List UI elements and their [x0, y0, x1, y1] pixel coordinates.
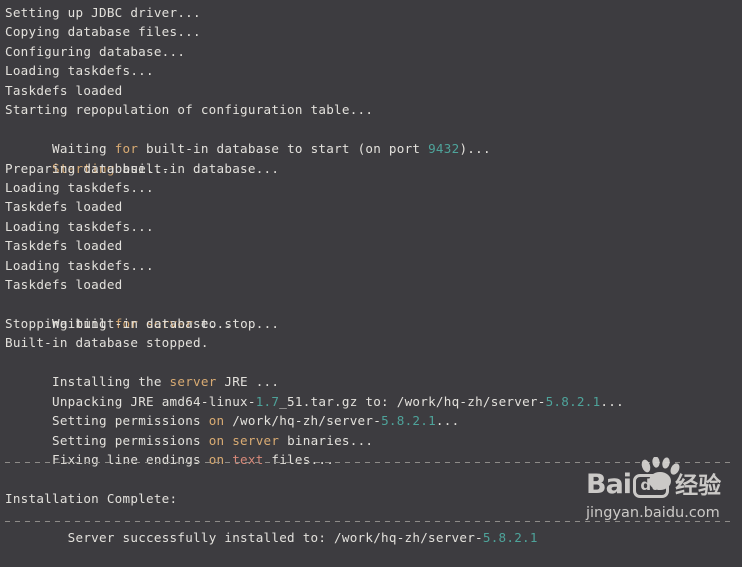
port-number: 9432: [428, 141, 460, 157]
terminal-line-install-jre: Installing the server JRE ...: [5, 353, 742, 389]
keyword-on: on: [208, 413, 225, 429]
watermark-chinese-text: 经验: [675, 473, 722, 499]
line-text-pre: Unpacking JRE amd64-linux-: [52, 393, 256, 409]
terminal-line: Configuring database...: [5, 43, 186, 59]
line-text-mid: built-in database to start (on port: [138, 141, 429, 157]
line-text-pre: Setting permissions: [52, 432, 209, 448]
jre-version: 1.7: [255, 393, 280, 409]
terminal-line-port: Waiting for built-in database to start (…: [5, 120, 742, 156]
terminal-line: Loading taskdefs...: [5, 179, 154, 195]
terminal-output[interactable]: Setting up JDBC driver... Copying databa…: [5, 3, 742, 545]
terminal-line: Loading taskdefs...: [5, 63, 154, 79]
line-text-pre: Waiting: [52, 141, 115, 157]
baidu-jingyan-watermark: Bai du 经验 jingyan.baidu.com: [586, 457, 736, 522]
keyword-server: server: [169, 374, 217, 390]
terminal-line-wait-server: Waiting for server to stop...: [5, 295, 742, 331]
terminal-line: Setting up JDBC driver...: [5, 5, 201, 20]
watermark-brand-text: Bai: [586, 469, 632, 500]
keyword-text: text: [232, 452, 264, 468]
line-text-pre: Fixing line endings: [52, 452, 209, 468]
line-text-pre: Installing the: [52, 374, 170, 390]
terminal-line: Starting repopulation of configuration t…: [5, 102, 374, 118]
terminal-line: Taskdefs loaded: [5, 82, 123, 98]
server-version: 5.8.2.1: [381, 413, 436, 429]
line-text-mid: _51.tar.gz to: /work/hq-zh/server-: [279, 393, 546, 409]
keyword-on: on: [208, 452, 225, 468]
line-text-post: JRE ...: [216, 374, 280, 390]
line-text-post: files...: [263, 452, 335, 468]
terminal-line: Taskdefs loaded: [5, 277, 123, 293]
keyword-server: server: [232, 432, 280, 448]
terminal-line: Built-in database stopped.: [5, 335, 209, 351]
line-text-post: )...: [459, 141, 491, 157]
keyword-for: for: [114, 141, 139, 157]
terminal-line: Taskdefs loaded: [5, 238, 123, 254]
terminal-line: Taskdefs loaded: [5, 199, 123, 215]
line-text-pre: Server successfully installed to: /work/…: [52, 529, 483, 545]
watermark-url: jingyan.baidu.com: [586, 505, 720, 521]
server-version: 5.8.2.1: [482, 529, 538, 545]
terminal-line: Loading taskdefs...: [5, 218, 154, 234]
keyword-on: on: [208, 432, 225, 448]
terminal-line: Stopping built-in database...: [5, 316, 233, 331]
line-text-post: binaries...: [279, 432, 374, 448]
line-text-post: ...: [600, 393, 624, 409]
terminal-line: Copying database files...: [5, 24, 201, 40]
line-text-mid: /work/hq-zh/server-: [224, 413, 382, 429]
server-version: 5.8.2.1: [545, 393, 601, 409]
terminal-line: Loading taskdefs...: [5, 257, 154, 273]
bear-paw-icon: [641, 457, 680, 490]
line-text-post: ...: [435, 413, 460, 429]
line-text-pre: Setting permissions: [52, 413, 209, 429]
terminal-line: Preparing database...: [5, 160, 170, 176]
watermark-logo-row: Bai du 经验: [586, 457, 736, 500]
terminal-window: Setting up JDBC driver... Copying databa…: [0, 0, 742, 545]
